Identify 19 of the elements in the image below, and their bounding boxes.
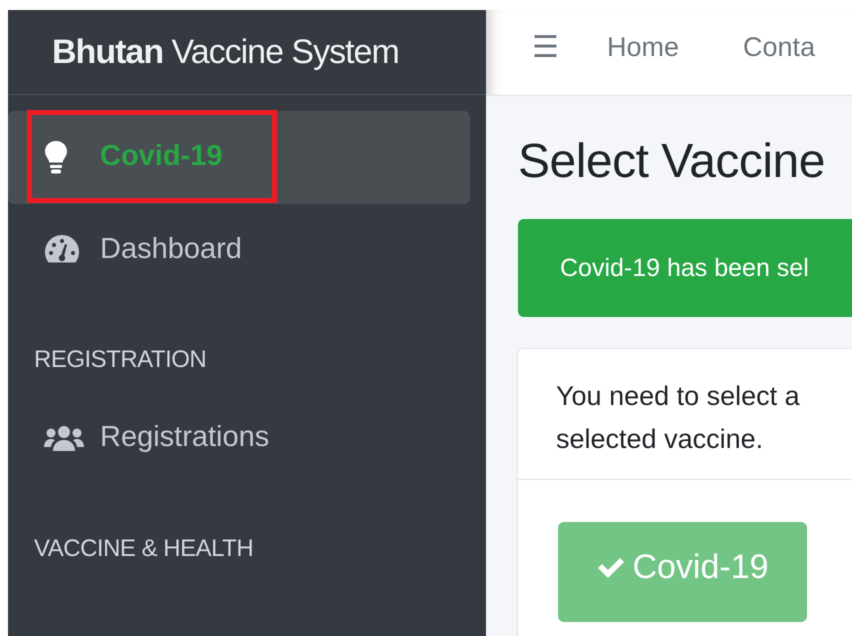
gauge-icon [44, 234, 80, 264]
section-header: REGISTRATION [33, 345, 208, 375]
nav-link[interactable]: Home [607, 32, 680, 63]
users-icon [44, 424, 84, 452]
item-label: Registrations [100, 421, 270, 454]
sidebar-item[interactable]: Registrations [8, 392, 470, 485]
page-title: Select Vaccine [518, 134, 826, 189]
item-label: Covid-19 [100, 140, 222, 173]
section-header: VACCINE & HEALTH [33, 534, 254, 564]
sidebar-item[interactable]: Dashboard [8, 204, 470, 296]
item-label: Dashboard [100, 232, 242, 266]
card-text: You need to select a selected vaccine. [556, 380, 801, 456]
success-alert: Covid-19 has been sel [518, 219, 852, 317]
nav-link[interactable]: Conta [743, 32, 816, 63]
brand-title: Bhutan Vaccine System [52, 32, 399, 72]
menu-icon[interactable]: ☰ [532, 28, 559, 64]
check-icon [596, 555, 626, 579]
lightbulb-icon [44, 140, 68, 174]
sidebar-item[interactable]: Covid-19 [8, 111, 470, 204]
